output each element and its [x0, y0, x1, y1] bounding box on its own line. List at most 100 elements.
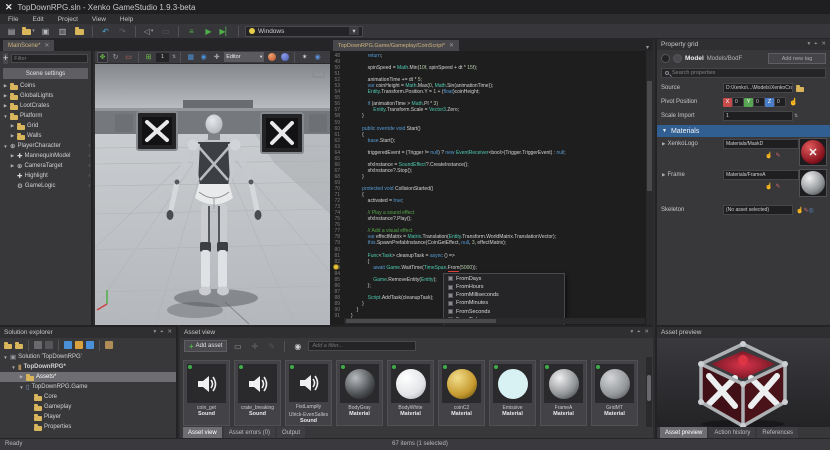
- solution-item-topdownrpg-[interactable]: ▼▮TopDownRPG*: [0, 362, 176, 372]
- hierarchy-item-walls[interactable]: ▶Walls: [0, 131, 91, 141]
- add-entity-button[interactable]: +: [3, 53, 8, 64]
- browse-folder-icon[interactable]: [796, 87, 804, 92]
- tab-asset-view[interactable]: Asset view: [183, 427, 222, 438]
- asset-card-framea[interactable]: FrameAMaterial: [540, 360, 587, 426]
- pivot-x-input[interactable]: 0: [732, 97, 744, 107]
- expander-icon[interactable]: ▼: [19, 385, 24, 390]
- tab-output[interactable]: Output: [277, 427, 305, 438]
- material-thumbnail[interactable]: [799, 169, 827, 197]
- hierarchy-item-highlight[interactable]: ✚Highlight›: [0, 171, 91, 181]
- tab-list-button[interactable]: ▾: [642, 44, 653, 51]
- scene-viewport[interactable]: [95, 64, 330, 325]
- skeleton-value[interactable]: (No asset selected): [723, 205, 793, 215]
- expander-icon[interactable]: ▶: [10, 133, 15, 139]
- redo-button[interactable]: ↷: [116, 25, 129, 37]
- graph-node-icon[interactable]: [64, 341, 72, 349]
- copy-icon[interactable]: [34, 341, 42, 349]
- hierarchy-item-gamelogic[interactable]: ⚙GameLogic›: [0, 181, 91, 191]
- translate-gizmo-button[interactable]: ✥: [97, 52, 108, 63]
- expander-icon[interactable]: ▼: [11, 365, 16, 370]
- tab-asset-errors-0-[interactable]: Asset errors (0): [224, 427, 275, 438]
- save-all-button[interactable]: ▥: [56, 25, 69, 37]
- asset-view-scrollbar[interactable]: [646, 357, 652, 427]
- asset-card-bodywhite[interactable]: BodyWhiteMaterial: [387, 360, 434, 426]
- completion-item-fromseconds[interactable]: FromSeconds: [444, 308, 564, 316]
- camera-mode-select[interactable]: Editor ▾: [224, 52, 264, 62]
- tab-mainscene[interactable]: MainScene* ✕: [3, 40, 54, 51]
- import-button[interactable]: ✚: [248, 340, 261, 352]
- scale-stepper[interactable]: ⇅: [794, 113, 798, 119]
- pin-icon[interactable]: ⌖: [814, 41, 817, 48]
- tag-button[interactable]: ▭: [231, 340, 244, 352]
- expander-icon[interactable]: ▼: [3, 144, 8, 149]
- expander-icon[interactable]: ▼: [3, 114, 8, 119]
- lighting-mode-button[interactable]: [279, 52, 290, 63]
- completion-item-frommilliseconds[interactable]: FromMilliseconds: [444, 291, 564, 299]
- hierarchy-item-grid[interactable]: ▶Grid: [0, 121, 91, 131]
- asset-filter-input[interactable]: [308, 341, 416, 351]
- world-space-button[interactable]: ▦: [185, 52, 196, 63]
- picker-icon[interactable]: ◎: [809, 207, 814, 214]
- source-value[interactable]: D:\Xenko\...\Models\XenkoCrate.fbx: [723, 83, 793, 93]
- effects-button[interactable]: ✶: [299, 52, 310, 63]
- expander-icon[interactable]: ▶: [3, 93, 8, 99]
- hierarchy-filter-input[interactable]: [11, 54, 88, 63]
- menu-view[interactable]: View: [92, 16, 106, 23]
- expander-icon[interactable]: ▶: [3, 103, 8, 109]
- menu-help[interactable]: Help: [120, 16, 133, 23]
- menu-edit[interactable]: Edit: [32, 16, 43, 23]
- expander-icon[interactable]: ▶: [19, 374, 24, 380]
- edit-icon[interactable]: ✎: [775, 152, 780, 159]
- lightbulb-icon[interactable]: [333, 264, 339, 270]
- snap-value-input[interactable]: 1: [156, 53, 169, 62]
- hierarchy-item-lootcrates[interactable]: ▶LootCrates: [0, 101, 91, 111]
- rotate-gizmo-button[interactable]: ↻: [110, 52, 121, 63]
- solution-item-topdownrpg-game[interactable]: ▼▯TopDownRPG.Game: [0, 382, 176, 392]
- expander-icon[interactable]: ▶: [10, 163, 15, 169]
- close-icon[interactable]: ✕: [449, 42, 454, 49]
- tab-action-history[interactable]: Action history: [709, 427, 755, 438]
- asset-card-gridmt[interactable]: GridMTMaterial: [591, 360, 638, 426]
- pin-icon[interactable]: ⌖: [637, 329, 640, 336]
- hierarchy-item-platform[interactable]: ▼Platform: [0, 111, 91, 121]
- paste-icon[interactable]: [45, 341, 53, 349]
- material-value[interactable]: Materials/FrameA: [723, 170, 799, 180]
- undo-button[interactable]: ↶: [99, 25, 112, 37]
- hand-pick-icon[interactable]: ☝: [765, 152, 772, 159]
- folder-button[interactable]: [73, 25, 86, 37]
- materials-section-header[interactable]: ▼ Materials: [657, 125, 830, 137]
- local-space-button[interactable]: ◉: [198, 52, 209, 63]
- dock-menu-icon[interactable]: ▾: [631, 329, 634, 336]
- platform-select[interactable]: Windows ▾: [245, 26, 363, 37]
- new-folder-icon[interactable]: [4, 344, 12, 349]
- graph-node3-icon[interactable]: [86, 341, 94, 349]
- completion-item-fromdays[interactable]: FromDays: [444, 275, 564, 283]
- hierarchy-item-mannequinmodel[interactable]: ▶✚MannequinModel›: [0, 151, 91, 161]
- tab-references[interactable]: References: [757, 427, 798, 438]
- solution-item-player[interactable]: Player: [0, 412, 176, 422]
- navigation-button[interactable]: ◉: [312, 52, 323, 63]
- hand-pick-icon[interactable]: ☝: [796, 207, 803, 214]
- pivot-z-input[interactable]: 0: [774, 97, 786, 107]
- expander-icon[interactable]: ▶: [662, 172, 665, 178]
- expander-icon[interactable]: ▶: [662, 141, 665, 147]
- add-new-tag-button[interactable]: Add new tag: [768, 53, 826, 64]
- asset-preview-canvas[interactable]: [657, 338, 830, 427]
- solution-item-assets-[interactable]: ▶Assets*: [0, 372, 176, 382]
- dock-menu-icon[interactable]: ▾: [808, 41, 811, 48]
- asset-card-coin-get[interactable]: coin_getSound: [183, 360, 230, 426]
- graph-node2-icon[interactable]: [75, 341, 83, 349]
- pin-icon[interactable]: ⌖: [160, 329, 163, 336]
- editor-horizontal-scrollbar[interactable]: [344, 318, 645, 324]
- asset-card-coinc2[interactable]: coinC2Material: [438, 360, 485, 426]
- solution-item-properties[interactable]: Properties: [0, 422, 176, 432]
- references-button[interactable]: ◁▾: [142, 25, 155, 37]
- copy-button[interactable]: ▭: [159, 25, 172, 37]
- expander-icon[interactable]: ▶: [10, 153, 15, 159]
- asset-card-bodygray[interactable]: BodyGrayMaterial: [336, 360, 383, 426]
- pivot-y-input[interactable]: 0: [753, 97, 765, 107]
- start-debug-button[interactable]: ▶▏: [219, 25, 232, 37]
- tab-coinscript[interactable]: TopDownRPG.Game/Gameplay/CoinScript* ✕: [333, 40, 459, 51]
- asset-card-emissive[interactable]: EmissiveMaterial: [489, 360, 536, 426]
- hierarchy-item-globallights[interactable]: ▶GlobalLights: [0, 91, 91, 101]
